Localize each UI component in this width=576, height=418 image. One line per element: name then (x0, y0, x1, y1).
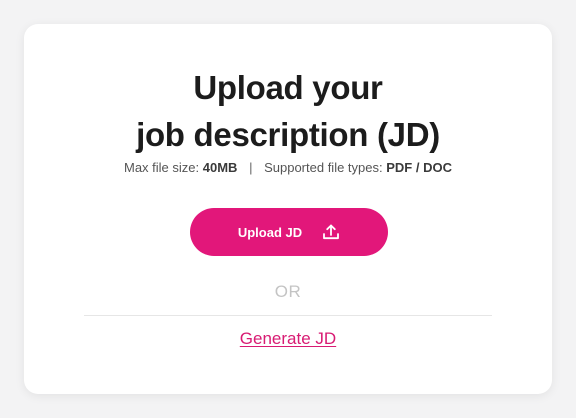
or-text: OR (274, 282, 302, 301)
upload-button-label: Upload JD (237, 224, 303, 240)
file-types-label: Supported file types: (264, 160, 383, 175)
max-size-value: 40MB (202, 160, 238, 175)
title-line-2: job description (JD) (136, 116, 440, 153)
max-size-label: Max file size: (124, 160, 200, 175)
file-requirements: Max file size: 40MB | Supported file typ… (24, 160, 552, 175)
upload-jd-button[interactable]: Upload JD (190, 208, 388, 256)
generate-jd-container: Generate JD (24, 329, 552, 349)
page-title: Upload your job description (JD) (24, 64, 552, 158)
generate-jd-link[interactable]: Generate JD (240, 329, 336, 348)
separator: | (249, 160, 253, 175)
title-line-1: Upload your (193, 69, 383, 106)
divider-line (84, 315, 492, 316)
or-divider: OR (84, 282, 492, 316)
upload-icon (323, 224, 340, 240)
upload-card: Upload your job description (JD) Max fil… (24, 24, 552, 394)
file-types-value: PDF / DOC (386, 160, 452, 175)
